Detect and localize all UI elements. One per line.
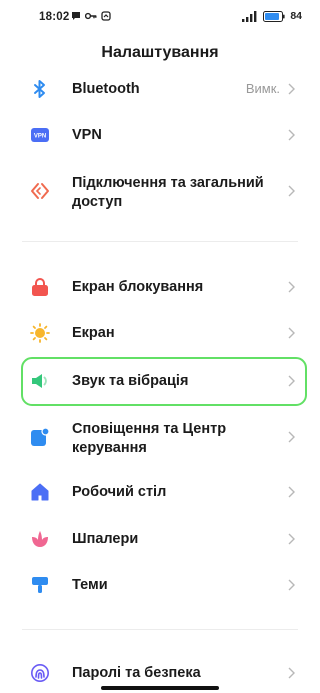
vpn-icon: VPN xyxy=(30,125,50,145)
settings-item-label: Шпалери xyxy=(72,531,139,547)
chevron-right-icon xyxy=(288,281,295,293)
section-divider xyxy=(22,241,298,242)
settings-item-bluetooth[interactable]: Bluetooth Вимк. xyxy=(0,79,320,99)
flower-icon xyxy=(30,529,50,549)
chevron-right-icon xyxy=(288,667,295,679)
status-right: 84 xyxy=(242,10,302,22)
settings-item-label: VPN xyxy=(72,127,102,143)
sun-icon xyxy=(30,323,50,343)
battery-icon xyxy=(263,10,285,22)
settings-item-label: Теми xyxy=(72,577,108,593)
settings-item-display[interactable]: Екран xyxy=(0,323,320,343)
settings-item-label-line2: доступ xyxy=(72,194,123,210)
settings-item-label: Паролі та безпека xyxy=(72,665,201,681)
settings-item-label-line1: Підключення та загальний xyxy=(72,175,264,191)
settings-item-label-line2: керування xyxy=(72,440,147,456)
settings-item-home-screen[interactable]: Робочий стіл xyxy=(0,482,320,502)
fingerprint-icon xyxy=(30,663,50,683)
settings-item-label: Екран блокування xyxy=(72,279,204,295)
home-indicator[interactable] xyxy=(101,686,219,690)
chevron-right-icon xyxy=(288,327,295,339)
bluetooth-icon xyxy=(30,79,50,99)
chevron-right-icon xyxy=(288,375,295,387)
settings-item-label: Робочий стіл xyxy=(72,484,167,500)
settings-item-passwords-security[interactable]: Паролі та безпека xyxy=(0,663,320,683)
chevron-right-icon xyxy=(288,129,295,141)
status-time: 18:02 xyxy=(39,11,70,23)
settings-item-lock-screen[interactable]: Екран блокування xyxy=(0,277,320,297)
settings-item-label: Звук та вібрація xyxy=(72,373,189,389)
settings-item-wallpaper[interactable]: Шпалери xyxy=(0,529,320,549)
settings-item-label-line1: Сповіщення та Центр xyxy=(72,421,227,437)
chevron-right-icon xyxy=(288,431,295,443)
chat-icon xyxy=(72,12,80,20)
battery-percent: 84 xyxy=(290,10,302,22)
speaker-icon xyxy=(30,371,50,391)
lock-icon xyxy=(30,277,50,297)
home-icon xyxy=(30,482,50,502)
page-title: Налаштування xyxy=(101,44,219,61)
paint-brush-icon xyxy=(30,575,50,595)
sync-icon xyxy=(101,11,111,21)
key-icon xyxy=(85,12,97,20)
connection-sharing-icon xyxy=(30,181,50,201)
settings-item-sound-vibration[interactable]: Звук та вібрація xyxy=(0,371,320,391)
svg-text:VPN: VPN xyxy=(34,134,46,140)
section-divider xyxy=(22,629,298,630)
status-bar: 18:02 84 xyxy=(0,0,320,36)
chevron-right-icon xyxy=(288,83,295,95)
settings-item-notifications[interactable]: Сповіщення та Центр керування xyxy=(0,418,320,458)
signal-icon xyxy=(242,10,257,22)
settings-item-label: Екран xyxy=(72,325,115,341)
status-notification-icons xyxy=(71,11,111,21)
chevron-right-icon xyxy=(288,185,295,197)
chevron-right-icon xyxy=(288,533,295,545)
bluetooth-status: Вимк. xyxy=(245,81,280,96)
settings-item-vpn[interactable]: VPN VPN xyxy=(0,125,320,145)
chevron-right-icon xyxy=(288,486,295,498)
chevron-right-icon xyxy=(288,579,295,591)
notification-icon xyxy=(30,427,50,447)
settings-item-connection-sharing[interactable]: Підключення та загальний доступ xyxy=(0,172,320,212)
settings-item-label: Bluetooth xyxy=(72,81,140,97)
settings-item-themes[interactable]: Теми xyxy=(0,575,320,595)
